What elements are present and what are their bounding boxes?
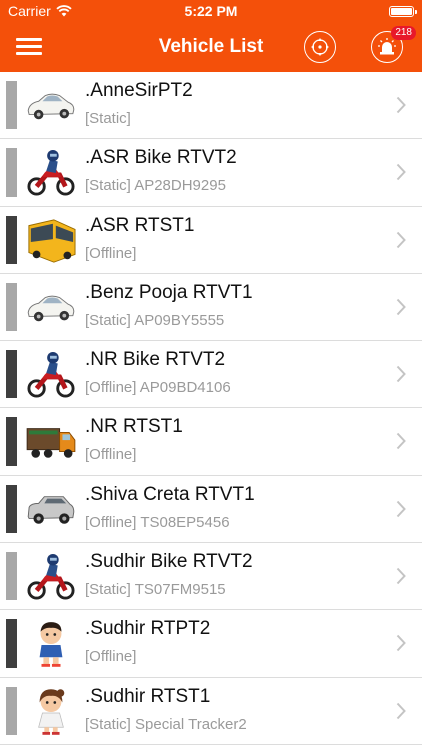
- menu-button[interactable]: [16, 38, 42, 56]
- status-indicator: [6, 686, 17, 735]
- vehicle-row[interactable]: .NR Bike RTVT2 [Offline] AP09BD4106: [0, 341, 422, 409]
- vehicle-text: .AnneSirPT2 [Static]: [85, 79, 382, 130]
- status-indicator: [6, 484, 17, 534]
- vehicle-name: .ASR Bike RTVT2: [85, 147, 237, 169]
- vehicle-name: .Sudhir RTST1: [85, 685, 211, 707]
- vehicle-text: .NR RTST1 [Offline]: [85, 415, 382, 466]
- car-icon: [24, 80, 78, 132]
- vehicle-detail: [Offline]: [85, 244, 137, 262]
- vehicle-detail: [Offline]: [85, 446, 137, 464]
- chevron-right-icon: [396, 500, 406, 517]
- vehicle-detail: [Static] AP28DH9295: [85, 177, 226, 195]
- status-indicator: [6, 417, 17, 466]
- suv-icon: [24, 484, 78, 536]
- status-indicator: [6, 282, 17, 332]
- girl-icon: [24, 686, 78, 738]
- status-bar: Carrier 5:22 PM: [0, 0, 422, 22]
- vehicle-detail: [Offline] AP09BD4106: [85, 379, 231, 397]
- boy-icon: [24, 618, 78, 670]
- car-icon: [24, 282, 78, 334]
- alert-count-badge: 218: [391, 26, 416, 40]
- alerts-button[interactable]: 218: [371, 26, 416, 63]
- chevron-right-icon: [396, 298, 406, 316]
- chevron-right-icon: [396, 164, 406, 181]
- vehicle-name: .NR RTST1: [85, 416, 183, 438]
- menu-icon-line: [16, 38, 42, 41]
- status-indicator: [6, 350, 17, 399]
- status-left: Carrier: [8, 3, 72, 19]
- vehicle-row[interactable]: .AnneSirPT2 [Static]: [0, 72, 422, 140]
- compass-arrows-icon: [311, 38, 329, 56]
- vehicle-name: .Sudhir Bike RTVT2: [85, 551, 253, 573]
- vehicle-name: .Sudhir RTPT2: [85, 618, 211, 640]
- status-indicator: [6, 148, 17, 197]
- vehicle-row[interactable]: .Sudhir RTPT2 [Offline]: [0, 610, 422, 678]
- menu-icon-line: [16, 45, 42, 48]
- status-indicator: [6, 619, 17, 668]
- nav-bar: Vehicle List 218: [0, 22, 422, 72]
- vehicle-detail: [Static]: [85, 110, 131, 127]
- vehicle-text: .ASR Bike RTVT2 [Static] AP28DH9295: [85, 146, 382, 197]
- chevron-right-icon: [396, 635, 406, 652]
- vehicle-row[interactable]: .Sudhir RTST1 [Static] Special Tracker2: [0, 677, 422, 745]
- chevron-right-icon: [396, 433, 406, 450]
- vehicle-text: .NR Bike RTVT2 [Offline] AP09BD4106: [85, 348, 382, 399]
- status-indicator: [6, 81, 17, 130]
- map-view-button[interactable]: [304, 31, 336, 63]
- vehicle-row[interactable]: .ASR RTST1 [Offline]: [0, 206, 422, 274]
- bus-icon: [24, 215, 78, 267]
- wifi-icon: [56, 5, 72, 17]
- chevron-right-icon: [396, 702, 406, 719]
- vehicle-detail: [Static] TS07FM9515: [85, 581, 226, 599]
- truck-icon: [24, 416, 78, 468]
- chevron-right-icon: [396, 231, 406, 248]
- status-indicator: [6, 215, 17, 264]
- bike-rider-icon: [24, 551, 78, 603]
- bike-rider-icon: [24, 349, 78, 401]
- vehicle-text: .Sudhir Bike RTVT2 [Static] TS07FM9515: [85, 550, 382, 601]
- vehicle-name: .ASR RTST1: [85, 214, 195, 236]
- chevron-right-icon: [396, 366, 406, 383]
- vehicle-name: .Benz Pooja RTVT1: [85, 281, 253, 303]
- bike-rider-icon: [24, 147, 78, 199]
- vehicle-detail: [Offline]: [85, 648, 137, 666]
- vehicle-detail: [Static] Special Tracker2: [85, 715, 247, 733]
- vehicle-name: .AnneSirPT2: [85, 80, 193, 101]
- vehicle-detail: [Static] AP09BY5555: [85, 311, 225, 329]
- vehicle-row[interactable]: .Benz Pooja RTVT1 [Static] AP09BY5555: [0, 273, 422, 342]
- vehicle-text: .Sudhir RTST1 [Static] Special Tracker2: [85, 685, 382, 736]
- chevron-right-icon: [396, 96, 406, 114]
- vehicle-text: .Sudhir RTPT2 [Offline]: [85, 617, 382, 668]
- vehicle-text: .ASR RTST1 [Offline]: [85, 214, 382, 265]
- battery-icon: [389, 5, 417, 17]
- vehicle-row[interactable]: .NR RTST1 [Offline]: [0, 408, 422, 476]
- vehicle-name: .Shiva Creta RTVT1: [85, 483, 255, 505]
- page-title: Vehicle List: [158, 36, 264, 57]
- vehicle-text: .Shiva Creta RTVT1 [Offline] TS08EP5456: [85, 483, 382, 534]
- vehicle-row[interactable]: .ASR Bike RTVT2 [Static] AP28DH9295: [0, 139, 422, 207]
- menu-icon-line: [16, 52, 42, 55]
- vehicle-detail: [Offline] TS08EP5456: [85, 513, 230, 531]
- carrier-label: Carrier: [8, 3, 51, 19]
- status-indicator: [6, 552, 17, 601]
- vehicle-row[interactable]: .Shiva Creta RTVT1 [Offline] TS08EP5456: [0, 475, 422, 544]
- vehicle-name: .NR Bike RTVT2: [85, 349, 226, 371]
- vehicle-list: .AnneSirPT2 [Static] .ASR Bike RTVT2 [St…: [0, 72, 422, 745]
- vehicle-text: .Benz Pooja RTVT1 [Static] AP09BY5555: [85, 281, 382, 332]
- chevron-right-icon: [396, 567, 406, 585]
- vehicle-row[interactable]: .Sudhir Bike RTVT2 [Static] TS07FM9515: [0, 543, 422, 611]
